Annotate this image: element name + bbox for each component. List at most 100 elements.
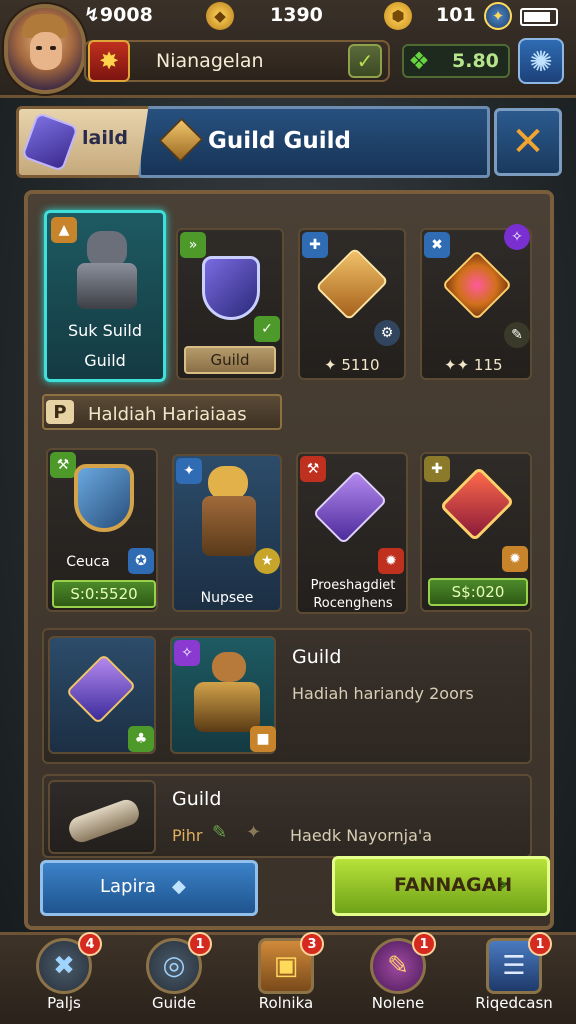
hero-hair-icon bbox=[208, 466, 248, 500]
notification-badge: 1 bbox=[188, 932, 212, 956]
item-card-ruby[interactable]: ✚ ✹ S$:020 bbox=[420, 452, 532, 612]
gauntlet-icon bbox=[315, 247, 389, 321]
blade-icon bbox=[65, 653, 137, 725]
player-name: Nianagelan bbox=[156, 50, 264, 72]
player-avatar[interactable] bbox=[4, 4, 86, 94]
item-price: S:0:5520 bbox=[52, 580, 156, 608]
item-card-ceuca[interactable]: ⚒ Ceuca ✪ S:0:5520 bbox=[46, 448, 158, 612]
gem-count: 5.80 bbox=[452, 50, 499, 72]
section-p-icon: P bbox=[46, 400, 74, 424]
notification-badge: 1 bbox=[412, 932, 436, 956]
item-card-hero[interactable]: ✦ ★ Nupsee bbox=[172, 454, 282, 612]
currency-1-value: ↯9008 bbox=[84, 4, 153, 26]
shield-icon bbox=[202, 256, 260, 320]
confirm-button-label: FANNAGAH bbox=[394, 874, 513, 896]
section-title: Haldiah Hariaiaas bbox=[88, 404, 247, 425]
magic-rune-icon: ✧ bbox=[504, 224, 530, 250]
knight-body-icon bbox=[77, 263, 137, 309]
row-title: Guild bbox=[172, 788, 222, 810]
row-subtitle: Haedk Nayornja'a bbox=[290, 826, 433, 845]
rank-badge-icon: ✸ bbox=[88, 40, 130, 82]
nav-label: Nolene bbox=[371, 994, 425, 1012]
notification-badge: 3 bbox=[300, 932, 324, 956]
gold-gem-icon: ⬢ bbox=[384, 2, 412, 30]
settings-gear-button[interactable]: ✺ bbox=[518, 38, 564, 84]
orb-icon bbox=[441, 249, 513, 321]
leaf-gem-icon: ❖ bbox=[408, 47, 430, 75]
plus-icon: ✚ bbox=[424, 456, 450, 482]
item-price: ✦✦ 115 bbox=[444, 356, 503, 374]
reward-item-scroll[interactable] bbox=[48, 780, 156, 854]
hero-icon bbox=[202, 496, 256, 556]
fire-icon: ✹ bbox=[378, 548, 404, 574]
currency-2-value: 1390 bbox=[270, 4, 323, 26]
avatar-eye-icon bbox=[36, 46, 42, 50]
item-card-label: Ceuca bbox=[66, 554, 110, 570]
coin-badge-icon: ■ bbox=[250, 726, 276, 752]
battery-icon bbox=[520, 8, 558, 26]
rank-up-icon: ▲ bbox=[51, 217, 77, 243]
avatar-face bbox=[30, 32, 62, 70]
notification-badge: 4 bbox=[78, 932, 102, 956]
nav-item-riqedcasn[interactable]: ☰ 1 Riqedcasn bbox=[458, 932, 558, 1024]
chevron-right-icon: › bbox=[498, 870, 508, 898]
nav-item-guide[interactable]: ◎ 1 Guide bbox=[118, 932, 218, 1024]
crossed-tools-icon: ✖ bbox=[424, 232, 450, 258]
check-icon: ✓ bbox=[254, 316, 280, 342]
item-card-selected[interactable]: ▲ Suk Suild Guild bbox=[44, 210, 166, 382]
hammer-icon: ⚒ bbox=[300, 456, 326, 482]
brush-icon: ✎ bbox=[212, 822, 228, 843]
item-card-label: Nupsee bbox=[200, 590, 254, 606]
tab-laild-label: laild bbox=[82, 127, 128, 149]
leaf-icon: ♣ bbox=[128, 726, 154, 752]
item-price: ✦ 5110 bbox=[324, 356, 380, 374]
item-price: S$:020 bbox=[428, 578, 528, 606]
row-sub-left: Pihr bbox=[172, 826, 203, 845]
item-card-orb[interactable]: ✖ ✧ ✎ ✦✦ 115 bbox=[420, 224, 532, 380]
settings-small-icon: ⚙ bbox=[374, 320, 400, 346]
item-card-sublabel: Rocenghens bbox=[313, 596, 393, 611]
flame-icon: ✹ bbox=[502, 546, 528, 572]
magic-icon: ✧ bbox=[174, 640, 200, 666]
star-icon: ✦ bbox=[176, 458, 202, 484]
nav-item-paljs[interactable]: ✖ 4 Paljs bbox=[8, 932, 108, 1024]
item-card-subtitle: Guild bbox=[84, 351, 126, 370]
notification-badge: 1 bbox=[528, 932, 552, 956]
battery-level bbox=[524, 12, 550, 22]
reward-item-blade[interactable]: ♣ bbox=[48, 636, 156, 754]
row-title: Guild bbox=[292, 646, 342, 668]
cross-icon: ✚ bbox=[302, 232, 328, 258]
lapira-button-label: Lapira bbox=[100, 876, 156, 897]
item-card-crystal[interactable]: ⚒ ✹ Proeshagdiet Rocenghens bbox=[296, 452, 408, 614]
item-card-label: Guild bbox=[184, 346, 276, 374]
blue-emblem-icon: ✦ bbox=[484, 2, 512, 30]
ruby-icon bbox=[439, 466, 515, 542]
nav-label: Rolnika bbox=[258, 994, 314, 1012]
knight-helmet-icon bbox=[87, 231, 127, 267]
avatar-eye-icon bbox=[50, 46, 56, 50]
badge-icon: ✪ bbox=[128, 548, 154, 574]
tool-icon: ⚒ bbox=[50, 452, 76, 478]
nav-item-rolnika[interactable]: ▣ 3 Rolnika bbox=[230, 932, 330, 1024]
star-badge-icon: ★ bbox=[254, 548, 280, 574]
diamond-icon: ◆ bbox=[172, 876, 186, 897]
row-subtitle: Hadiah hariandy 2oors bbox=[292, 684, 474, 703]
confirm-check-button[interactable]: ✓ bbox=[348, 44, 382, 78]
nav-label: Riqedcasn bbox=[475, 994, 553, 1012]
sparkle-icon: ✦ bbox=[246, 822, 262, 843]
item-card-gauntlet[interactable]: ✚ ⚙ ✦ 5110 bbox=[298, 228, 406, 380]
item-card-shield[interactable]: » ✓ Guild bbox=[176, 228, 284, 380]
nav-label: Paljs bbox=[47, 994, 81, 1012]
reward-item-warrior[interactable]: ✧ ■ bbox=[170, 636, 276, 754]
upgrade-icon: » bbox=[180, 232, 206, 258]
item-card-label: Proeshagdiet bbox=[310, 578, 396, 593]
item-card-title: Suk Suild bbox=[68, 321, 142, 340]
warrior-head-icon bbox=[212, 652, 246, 682]
warrior-icon bbox=[194, 682, 260, 732]
scroll-icon bbox=[65, 796, 143, 846]
gold-shield-icon bbox=[74, 464, 134, 532]
close-button[interactable]: ✕ bbox=[494, 108, 562, 176]
nav-label: Guide bbox=[151, 994, 197, 1012]
tab-guild-label: Guild Guild bbox=[208, 128, 351, 154]
nav-item-nolene[interactable]: ✎ 1 Nolene bbox=[342, 932, 442, 1024]
